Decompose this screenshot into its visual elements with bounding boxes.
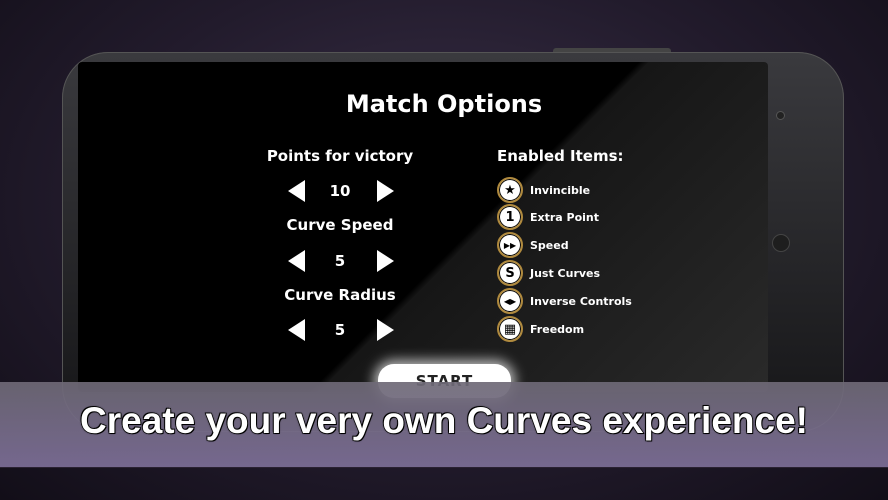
- curve-radius-label: Curve Radius: [284, 286, 396, 304]
- points-label: Points for victory: [266, 147, 414, 165]
- item-toggle-invincible[interactable]: ★ Invincible: [497, 177, 590, 203]
- curve-radius-decrease-button[interactable]: [288, 319, 305, 341]
- item-toggle-just-curves[interactable]: S Just Curves: [497, 260, 600, 286]
- curve-radius-value: 5: [334, 321, 346, 339]
- curve-speed-value: 5: [334, 252, 346, 270]
- item-toggle-freedom[interactable]: ▦ Freedom: [497, 316, 584, 342]
- item-toggle-inverse-controls[interactable]: ◀▶ Inverse Controls: [497, 288, 632, 314]
- banner-text: Create your very own Curves experience!: [79, 399, 809, 442]
- points-decrease-button[interactable]: [288, 180, 305, 202]
- item-toggle-speed[interactable]: ▶▶ Speed: [497, 232, 569, 258]
- enabled-items-heading: Enabled Items:: [497, 147, 624, 165]
- curve-speed-stepper: 5: [286, 248, 394, 274]
- item-label: Inverse Controls: [530, 294, 632, 308]
- curve-radius-stepper: 5: [286, 317, 394, 343]
- one-icon: 1: [497, 204, 523, 230]
- item-label: Invincible: [530, 183, 591, 197]
- page-title: Match Options: [345, 90, 543, 118]
- curve-speed-increase-button[interactable]: [377, 250, 394, 272]
- item-label: Extra Point: [530, 210, 600, 224]
- curve-speed-decrease-button[interactable]: [288, 250, 305, 272]
- fast-forward-icon: ▶▶: [497, 232, 523, 258]
- star-icon: ★: [497, 177, 523, 203]
- points-increase-button[interactable]: [377, 180, 394, 202]
- s-curve-icon: S: [497, 260, 523, 286]
- curve-radius-increase-button[interactable]: [377, 319, 394, 341]
- item-label: Freedom: [530, 322, 585, 336]
- curve-speed-label: Curve Speed: [286, 216, 394, 234]
- speaker-icon: [772, 234, 790, 252]
- item-label: Just Curves: [530, 266, 601, 280]
- item-toggle-extra-point[interactable]: 1 Extra Point: [497, 204, 599, 230]
- inverse-arrows-icon: ◀▶: [497, 288, 523, 314]
- freedom-grid-icon: ▦: [497, 316, 523, 342]
- points-value: 10: [329, 182, 351, 200]
- item-label: Speed: [530, 238, 569, 252]
- points-stepper: 10: [286, 178, 394, 204]
